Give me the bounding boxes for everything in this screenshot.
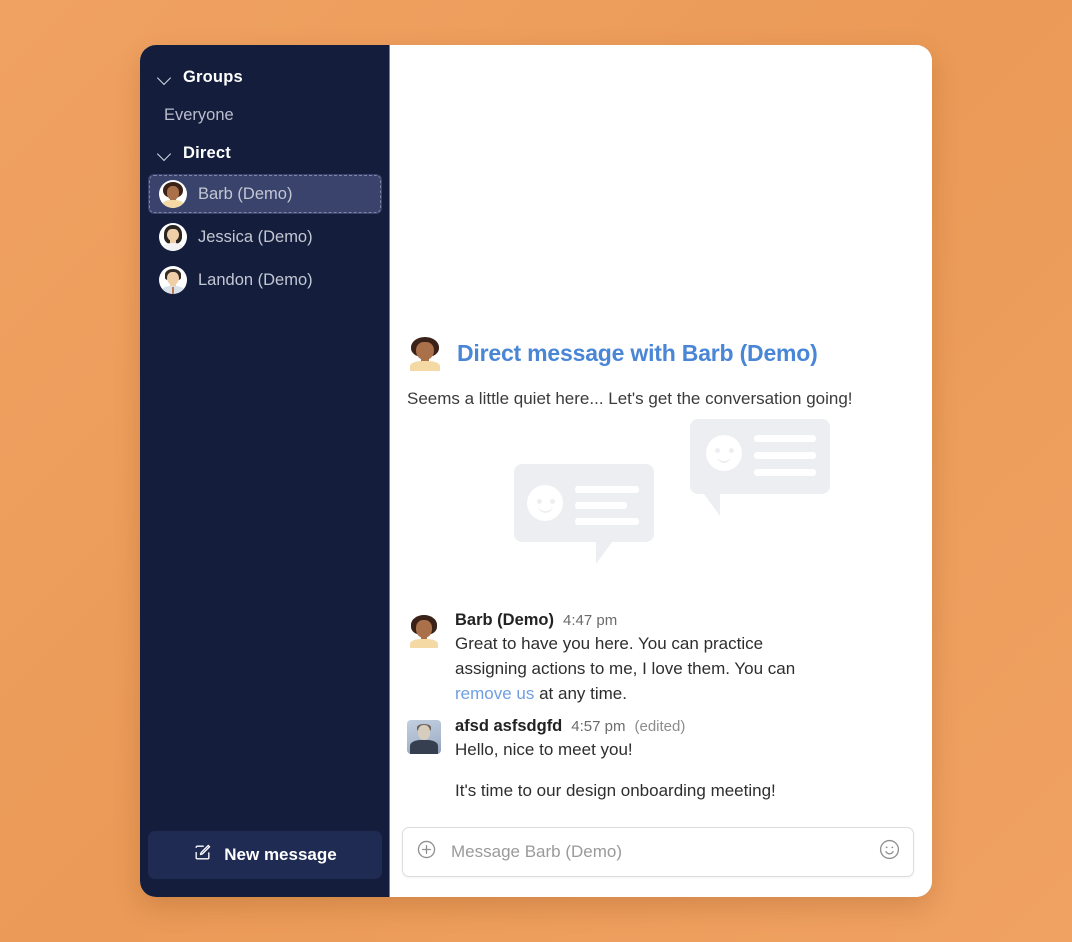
conversation-empty-subtitle: Seems a little quiet here... Let's get t… — [407, 389, 853, 409]
avatar-barb — [159, 180, 187, 208]
new-message-button[interactable]: New message — [148, 831, 382, 879]
composer-input[interactable] — [449, 841, 866, 863]
message-text: Hello, nice to meet you! — [455, 740, 633, 760]
sidebar-item-barb-demo-label: Barb (Demo) — [198, 184, 293, 203]
sidebar-item-barb-demo[interactable]: Barb (Demo) — [148, 174, 382, 214]
message-author: Barb (Demo) — [455, 611, 555, 630]
sidebar-item-landon-demo-label: Landon (Demo) — [198, 270, 313, 289]
conversation-header: Direct message with Barb (Demo) — [402, 335, 914, 372]
speech-bubble-left-icon — [514, 464, 654, 565]
message-text-before: Great to have you here. You can practice… — [455, 634, 796, 679]
sidebar-section-direct-label: Direct — [183, 143, 231, 162]
message-edited-badge: (edited) — [634, 718, 686, 736]
composer-container — [390, 827, 932, 897]
message-text-after: at any time. — [534, 684, 627, 704]
avatar-landon — [159, 266, 187, 294]
sidebar-section-direct[interactable]: Direct — [140, 135, 390, 171]
message-meta: afsd asfsdgfd 4:57 pm (edited) — [455, 717, 776, 736]
sidebar-item-landon-demo[interactable]: Landon (Demo) — [148, 260, 382, 300]
chat-app-window: Groups Everyone Direct Barb (Demo) Jessi… — [140, 45, 932, 897]
message-text: It's time to our design onboarding meeti… — [455, 781, 776, 801]
sidebar: Groups Everyone Direct Barb (Demo) Jessi… — [140, 45, 390, 897]
conversation-empty-state: Direct message with Barb (Demo) Seems a … — [402, 335, 914, 606]
message-meta: Barb (Demo) 4:47 pm — [455, 611, 805, 630]
conversation-title: Direct message with Barb (Demo) — [457, 339, 818, 366]
avatar-barb — [407, 614, 441, 649]
chevron-down-icon — [158, 146, 173, 161]
sidebar-item-jessica-demo-label: Jessica (Demo) — [198, 227, 313, 246]
avatar-photo-person — [407, 720, 441, 755]
sidebar-section-groups-label: Groups — [183, 67, 243, 86]
sidebar-item-everyone[interactable]: Everyone — [140, 95, 390, 135]
plus-circle-icon[interactable] — [416, 839, 437, 865]
message-item: Barb (Demo) 4:47 pm Great to have you he… — [402, 606, 914, 712]
sidebar-item-everyone-label: Everyone — [164, 105, 234, 124]
new-message-button-label: New message — [224, 845, 337, 864]
remove-us-link[interactable]: remove us — [455, 684, 534, 703]
new-message-button-container: New message — [140, 831, 390, 897]
conversation-scroll-area[interactable]: Direct message with Barb (Demo) Seems a … — [390, 45, 932, 827]
sidebar-section-groups[interactable]: Groups — [140, 59, 390, 95]
chevron-down-icon — [158, 70, 173, 85]
main-pane: Direct message with Barb (Demo) Seems a … — [390, 45, 932, 897]
message-timestamp: 4:47 pm — [563, 612, 618, 630]
speech-bubbles-illustration — [402, 419, 914, 584]
avatar-jessica — [159, 223, 187, 251]
message-body: afsd asfsdgfd 4:57 pm (edited) Hello, ni… — [455, 717, 776, 804]
compose-pencil-square-icon — [193, 843, 212, 867]
avatar-barb — [407, 335, 443, 372]
message-composer[interactable] — [402, 827, 914, 877]
sidebar-nav-list: Groups Everyone Direct Barb (Demo) Jessi… — [140, 59, 390, 831]
message-body: Barb (Demo) 4:47 pm Great to have you he… — [455, 611, 805, 707]
speech-bubble-right-icon — [690, 419, 830, 517]
message-author: afsd asfsdgfd — [455, 717, 563, 736]
message-list: Barb (Demo) 4:47 pm Great to have you he… — [402, 606, 914, 827]
message-item: afsd asfsdgfd 4:57 pm (edited) Hello, ni… — [402, 712, 914, 809]
message-text: Great to have you here. You can practice… — [455, 632, 805, 707]
sidebar-item-jessica-demo[interactable]: Jessica (Demo) — [148, 217, 382, 257]
message-timestamp: 4:57 pm — [571, 718, 626, 736]
smiley-face-icon[interactable] — [878, 838, 901, 866]
